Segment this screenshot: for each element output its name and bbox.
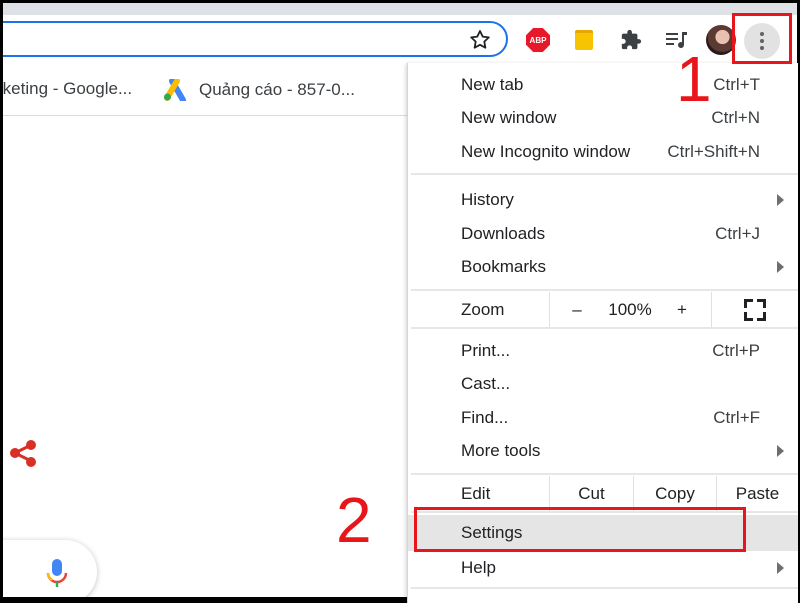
highlight-box-settings [414,507,746,552]
tab-strip [3,3,797,15]
copy-button[interactable]: Copy [634,476,716,511]
menu-separator [411,173,798,175]
voice-search-mic-icon[interactable] [45,558,69,588]
puzzle-icon [621,29,642,50]
menu-item-print[interactable]: Print... Ctrl+P [408,334,798,367]
menu-label: New window [461,107,557,127]
submenu-arrow-icon [777,193,784,206]
menu-item-find[interactable]: Find... Ctrl+F [408,401,798,434]
menu-separator [411,327,798,329]
edit-row: Edit Cut Copy Paste [408,476,798,511]
bookmark-item[interactable]: rketing - Google... [3,79,132,99]
menu-label: Print... [461,340,511,360]
share-icon[interactable] [7,437,39,469]
menu-shortcut: Ctrl+P [712,340,760,360]
menu-label: Help [461,557,496,577]
fullscreen-icon [744,298,766,321]
zoom-level: 100% [608,299,652,319]
sticky-note-icon [575,30,593,50]
menu-label: New tab [461,74,524,94]
menu-label: More tools [461,440,541,460]
zoom-row: Zoom – 100% + [408,292,798,327]
extensions-button[interactable] [618,27,644,53]
menu-item-history[interactable]: History [408,183,798,216]
bookmark-item[interactable]: Quảng cáo - 857-0... [163,79,355,101]
fullscreen-button[interactable] [712,292,798,327]
zoom-label: Zoom [461,299,505,319]
menu-label: History [461,189,514,209]
menu-item-bookmarks[interactable]: Bookmarks [408,250,798,283]
menu-shortcut: Ctrl+Shift+N [667,141,760,161]
google-ads-icon [164,79,186,101]
edit-label: Edit [461,483,491,503]
submenu-arrow-icon [777,260,784,273]
menu-item-new-tab[interactable]: New tab Ctrl+T [408,68,798,101]
zoom-out-button[interactable]: – [563,292,591,327]
paste-button[interactable]: Paste [717,476,798,511]
menu-label: New Incognito window [461,141,631,161]
step-number-1: 1 [676,43,712,115]
menu-item-downloads[interactable]: Downloads Ctrl+J [408,217,798,250]
adblock-plus-extension[interactable]: ABP [525,27,551,53]
submenu-arrow-icon [777,444,784,457]
submenu-arrow-icon [777,561,784,574]
sticky-notes-extension[interactable] [571,27,597,53]
menu-item-new-window[interactable]: New window Ctrl+N [408,101,798,134]
abp-icon: ABP [526,28,550,52]
menu-shortcut: Ctrl+F [713,407,760,427]
bookmark-star-icon[interactable] [468,28,492,52]
menu-shortcut: Ctrl+J [715,223,760,243]
menu-item-cast[interactable]: Cast... [408,367,798,400]
bookmark-label: Quảng cáo - 857-0... [199,80,355,99]
cut-button[interactable]: Cut [550,476,633,511]
menu-separator [411,587,798,589]
bookmark-label: rketing - Google... [3,79,133,98]
step-number-2: 2 [336,484,372,556]
menu-label: Find... [461,407,509,427]
divider [549,292,550,327]
menu-shortcut: Ctrl+N [711,107,760,127]
menu-item-help[interactable]: Help [408,551,798,584]
menu-item-more-tools[interactable]: More tools [408,434,798,467]
highlight-box-menu-button [732,13,792,64]
menu-separator [411,289,798,291]
menu-label: Downloads [461,223,546,243]
menu-label: Bookmarks [461,256,547,276]
menu-label: Cast... [461,373,511,393]
menu-item-new-incognito-window[interactable]: New Incognito window Ctrl+Shift+N [408,135,798,168]
address-bar[interactable] [3,21,508,57]
menu-shortcut: Ctrl+T [713,74,760,94]
zoom-in-button[interactable]: + [668,292,696,327]
menu-separator [411,473,798,475]
